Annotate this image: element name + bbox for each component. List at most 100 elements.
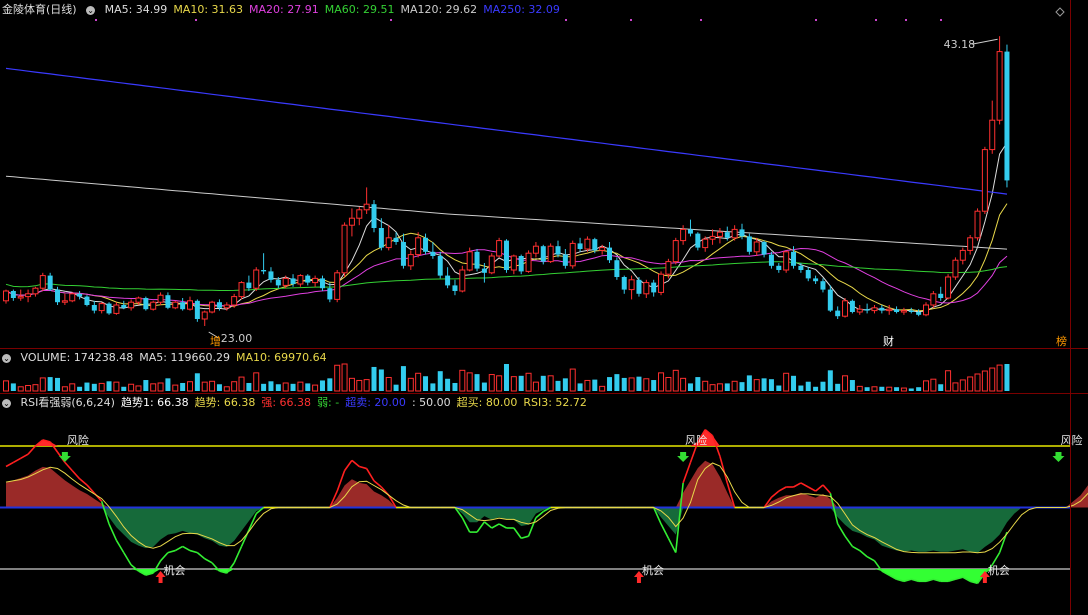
candle-body-down [592, 239, 598, 251]
volume-bar [415, 372, 422, 392]
volume-bar [187, 381, 193, 392]
rsi-curve-segment [174, 545, 184, 552]
volume-bar [32, 384, 39, 392]
volume-bar [371, 366, 377, 391]
collapse-icon[interactable]: ⌄ [86, 5, 96, 15]
volume-legend-item: VOLUME: 174238.48 [20, 351, 134, 364]
candle-body-down [393, 237, 399, 242]
candle-body-up [584, 238, 591, 250]
candle-body-down [695, 233, 701, 248]
candle-body-up [282, 277, 289, 286]
volume-bar [967, 376, 974, 392]
volume-bar [474, 374, 480, 391]
volume-bar [820, 381, 826, 391]
volume-bar [989, 367, 996, 392]
candle-body-up [856, 308, 863, 313]
volume-bar [952, 382, 959, 392]
rsi-curve-segment [836, 523, 846, 537]
candle-body-up [459, 269, 466, 292]
risk-arrow-icon [58, 452, 71, 462]
right-axis-border [1070, 0, 1071, 615]
rsi-curve-segment [778, 486, 787, 492]
volume-bar [84, 382, 90, 391]
candle-body-down [84, 296, 90, 305]
rsi-curve-segment [852, 545, 861, 552]
volume-bar [319, 380, 325, 391]
candle-body-up [496, 240, 503, 257]
candle-body-down [835, 310, 841, 317]
rsi-curve-segment [359, 465, 367, 470]
volume-bar [614, 374, 620, 391]
volume-bar [238, 376, 245, 392]
candle-body-up [385, 237, 392, 249]
collapse-icon[interactable]: ⌄ [2, 398, 11, 408]
rsi-curve-segment [123, 552, 132, 566]
candle-body-down [378, 228, 384, 248]
rsi-curve-segment [64, 461, 73, 472]
volume-bar [135, 385, 142, 392]
candle-body-down [894, 309, 900, 312]
ma-legend: MA5: 34.99 MA10: 31.63 MA20: 27.91 MA60: 29… [105, 3, 566, 16]
candle-body-up [32, 287, 39, 295]
candle-body-down [577, 243, 583, 249]
rsi-curve-segment [770, 490, 780, 498]
panel-separator [0, 393, 1088, 394]
stock-title[interactable]: 金陵体育(日线) [2, 3, 77, 16]
volume-bar [261, 383, 267, 391]
rsi-curve-segment [167, 549, 176, 554]
stock-chart-window: { "price_panel": { "title": "金陵体育(日线)", … [0, 0, 1088, 615]
volume-bar [532, 381, 539, 392]
event-dot [815, 19, 817, 21]
candle-body-down [938, 293, 944, 298]
candle-body-up [253, 269, 260, 289]
event-marker: 财 [883, 334, 894, 348]
candle-body-down [91, 305, 97, 311]
ma-legend-item: MA10: 31.63 [173, 3, 244, 16]
volume-bar [842, 375, 849, 392]
candle-body-down [813, 278, 819, 282]
volume-legend-item: MA5: 119660.29 [139, 351, 230, 364]
candle-body-down [724, 232, 730, 238]
volume-bar [194, 373, 200, 391]
candle-body-down [305, 275, 311, 283]
volume-bar [459, 369, 466, 392]
rsi-curve-segment [491, 523, 500, 529]
volume-bar [776, 385, 782, 391]
candle-body-up [680, 228, 687, 242]
candle-body-down [319, 278, 325, 289]
volume-bar [974, 373, 981, 392]
volume-bar [39, 377, 46, 392]
rsi-curve-segment [815, 484, 824, 492]
rsi-curve-segment [233, 546, 243, 564]
candle-body-down [820, 281, 826, 290]
volume-bar [672, 369, 679, 392]
volume-bar [268, 381, 274, 391]
volume-bar [348, 377, 355, 392]
rsi-curve-segment [115, 539, 125, 554]
weakness-area [6, 507, 1088, 553]
volume-bar [3, 380, 9, 392]
volume-bar [894, 387, 900, 391]
volume-bar [423, 376, 429, 391]
candle-body-down [481, 268, 487, 273]
candle-body-down [805, 270, 811, 279]
volume-bar [334, 364, 341, 392]
volume-bar [791, 375, 797, 391]
collapse-icon[interactable]: ⌄ [2, 353, 11, 363]
candle-body-down [268, 271, 274, 280]
volume-bar [91, 383, 97, 391]
rsi-curve-segment [226, 562, 235, 574]
candle-body-up [842, 300, 849, 317]
rsi-legend-item: 超卖: 20.00 [345, 396, 406, 409]
volume-bar [180, 382, 186, 391]
candle-body-down [908, 310, 914, 312]
candle-body-up [3, 290, 9, 302]
volume-bar [827, 370, 833, 391]
candle-body-up [488, 255, 495, 274]
volume-bar [783, 372, 790, 392]
volume-bar [621, 377, 627, 391]
volume-bar [17, 386, 24, 392]
rsi-curve-segment [667, 537, 677, 553]
rsi-curve-segment [196, 551, 206, 560]
volume-bar [393, 384, 399, 391]
